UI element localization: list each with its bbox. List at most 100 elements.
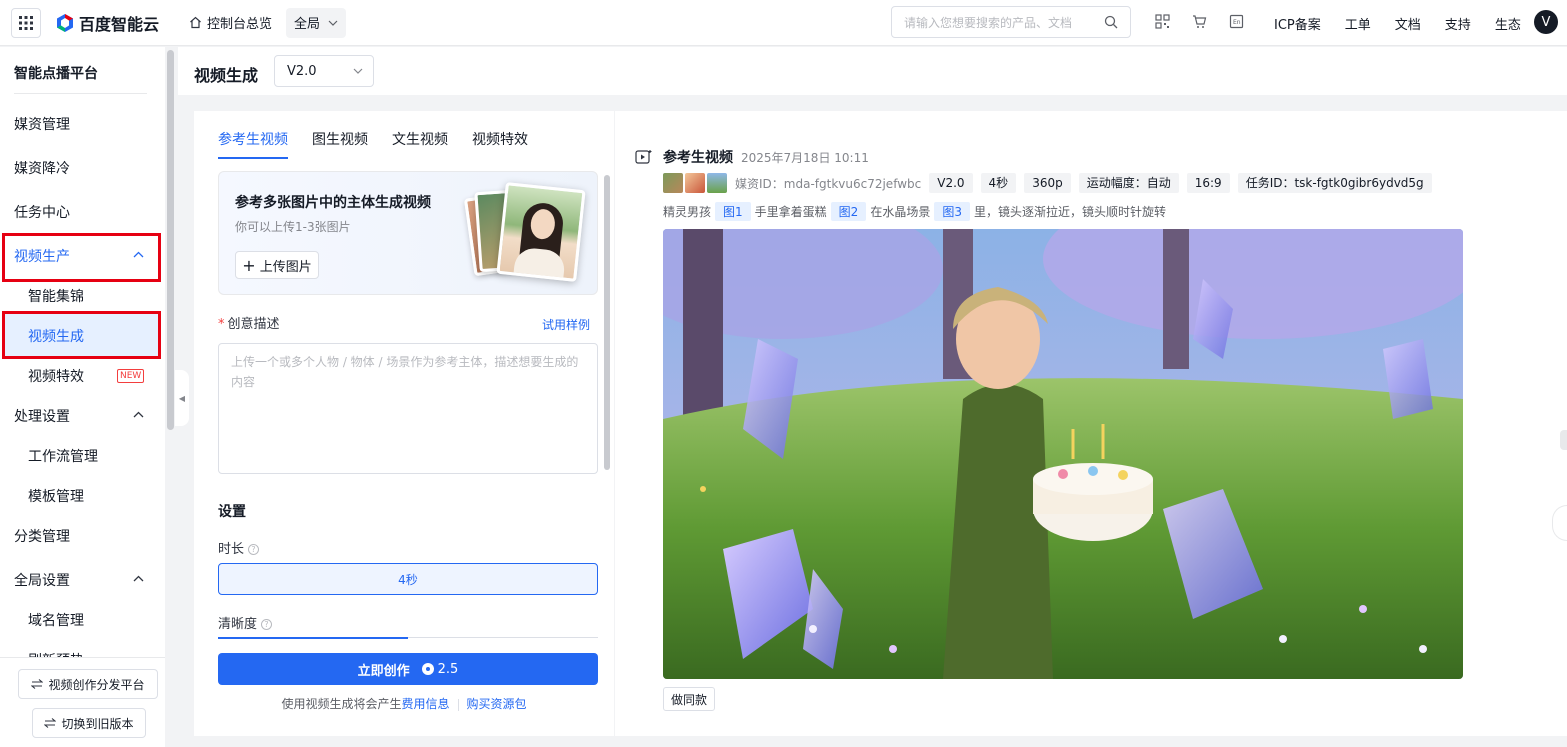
prompt-part: 精灵男孩 [663,205,712,219]
sidebar-item-video-prod[interactable]: 视频生产 [14,246,70,266]
tab-text-to-video[interactable]: 文生视频 [392,129,448,159]
sidebar-item-cold[interactable]: 媒资降冷 [14,158,70,178]
desc-label-text: 创意描述 [227,317,280,332]
creation-panel: 参考生视频 图生视频 文生视频 视频特效 参考多张图片中的主体生成视频 你可以上… [194,111,614,736]
reference-thumb-2[interactable] [685,173,705,193]
ticket-link[interactable]: 工单 [1345,14,1371,33]
create-now-button[interactable]: 立即创作 2.5 [218,653,598,685]
prompt-tag-2: 图2 [830,202,867,221]
switch-old-version-button[interactable]: 切换到旧版本 [32,708,146,738]
search-input[interactable]: 请输入您想要搜索的产品、文档 [891,6,1131,38]
clarity-selected [218,637,408,640]
avatar[interactable]: V [1534,10,1558,34]
upload-image-label: 上传图片 [259,259,312,275]
console-overview-link[interactable]: 控制台总览 [189,13,272,32]
ecosystem-link[interactable]: 生态 [1495,14,1521,33]
creator-platform-button[interactable]: 视频创作分发平台 [18,669,158,699]
sidebar-item-tasks[interactable]: 任务中心 [14,202,70,222]
switch-old-version-label: 切换到旧版本 [61,716,134,731]
chip-version: V2.0 [929,173,973,193]
region-select[interactable]: 全局 [286,7,347,38]
cart-icon[interactable] [1192,14,1207,29]
new-badge: NEW [117,369,145,383]
prompt-tag-1: 图1 [715,202,751,221]
duration-option-4s[interactable]: 4秒 [218,563,598,595]
chip-ratio: 16:9 [1186,173,1230,193]
prompt-part: 手里拿着蛋糕 [754,205,827,219]
video-icon [635,150,652,164]
chip-duration: 4秒 [980,173,1017,193]
sidebar-title: 智能点播平台 [14,66,98,82]
switch-icon [31,679,44,689]
make-same-button[interactable]: 做同款 [663,687,715,711]
tab-video-effects[interactable]: 视频特效 [472,129,528,159]
sidebar-item-workflow[interactable]: 工作流管理 [28,446,98,466]
sidebar-scrollbar[interactable] [167,50,174,430]
sidebar-item-category[interactable]: 分类管理 [14,526,70,546]
task-header: 参考生视频 2025年7月18日 10:11 [635,147,869,167]
generated-video[interactable] [663,229,1463,679]
qrcode-icon[interactable] [1155,14,1170,29]
reference-thumb-3[interactable] [707,173,727,193]
reference-thumb-1[interactable] [663,173,683,193]
version-select[interactable]: V2.0 [274,55,374,87]
panel-scrollbar[interactable] [604,175,610,470]
console-overview-label: 控制台总览 [207,17,273,32]
edge-handle[interactable] [1560,430,1567,450]
tab-image-to-video[interactable]: 图生视频 [312,129,368,159]
top-icon-group: En [1155,14,1244,29]
result-panel: 参考生视频 2025年7月18日 10:11 媒资ID：mda-fgtkvu6c… [615,111,1567,736]
upload-image-button[interactable]: + 上传图片 [235,251,319,279]
sidebar-item-video-fx[interactable]: 视频特效 [28,366,84,386]
chevron-up-icon[interactable] [133,575,144,582]
page-title: 视频生成 [194,66,259,85]
clarity-label-text: 清晰度 [218,617,258,632]
creator-platform-label: 视频创作分发平台 [48,677,145,692]
sidebar-divider [14,93,147,94]
help-icon[interactable]: ? [248,544,260,555]
banner-subtitle: 你可以上传1-3张图片 [235,220,351,234]
brand-logo[interactable]: 百度智能云 [55,11,159,35]
support-link[interactable]: 支持 [1445,14,1471,33]
chevron-up-icon[interactable] [133,251,144,258]
chevron-up-icon[interactable] [133,411,144,418]
try-example-link[interactable]: 试用样例 [542,316,590,333]
chevron-down-icon [353,68,363,74]
duration-label: 时长? [218,538,260,557]
icp-link[interactable]: ICP备案 [1274,14,1321,33]
switch-icon [44,718,57,728]
required-mark: * [218,317,225,332]
collapse-sidebar-icon[interactable]: ◀ [175,370,189,426]
divider [457,698,459,711]
task-prompt: 精灵男孩 图1 手里拿着蛋糕 图2 在水晶场景 图3 里，镜头逐渐拉近，镜头顺时… [663,202,1166,221]
sidebar-item-global[interactable]: 全局设置 [14,570,70,590]
sidebar-item-template[interactable]: 模板管理 [28,486,84,506]
help-icon[interactable]: ? [261,619,273,630]
creative-description-input[interactable]: 上传一个或多个人物 / 物体 / 场景作为参考主体，描述想要生成的内容 [218,343,598,474]
docs-link[interactable]: 文档 [1395,14,1421,33]
language-icon[interactable]: En [1229,14,1244,29]
search-icon[interactable] [1104,15,1118,29]
prompt-tag-3: 图3 [934,202,970,221]
region-label: 全局 [294,17,321,32]
sidebar-item-video-gen[interactable]: 视频生成 [28,326,84,346]
logo-icon [57,13,73,32]
sidebar-item-processing[interactable]: 处理设置 [14,406,70,426]
sidebar: 智能点播平台 媒资管理 媒资降冷 任务中心 视频生产 智能集锦 视频生成 视频特… [0,47,165,747]
version-value: V2.0 [287,63,317,79]
app-grid-icon[interactable] [11,7,41,38]
buy-package-link[interactable]: 购买资源包 [467,697,527,711]
banner-title: 参考多张图片中的主体生成视频 [235,195,431,211]
clarity-label: 清晰度? [218,613,273,632]
sidebar-item-highlights[interactable]: 智能集锦 [28,286,84,306]
sidebar-bottom: 视频创作分发平台 切换到旧版本 [0,657,165,747]
chip-task-id: 任务ID：tsk-fgtk0gibr6ydvd5g [1237,173,1432,193]
tab-reference-video[interactable]: 参考生视频 [218,129,288,159]
sidebar-item-domain[interactable]: 域名管理 [28,610,84,630]
sidebar-item-media[interactable]: 媒资管理 [14,114,70,134]
fee-info-link[interactable]: 费用信息 [401,697,449,711]
media-id: 媒资ID：mda-fgtkvu6c72jefwbc [735,176,922,191]
chip-resolution: 360p [1024,173,1071,193]
top-bar: 百度智能云 控制台总览 全局 请输入您想要搜索的产品、文档 En ICP备案 工… [0,0,1567,46]
mode-tabs: 参考生视频 图生视频 文生视频 视频特效 [218,129,552,159]
